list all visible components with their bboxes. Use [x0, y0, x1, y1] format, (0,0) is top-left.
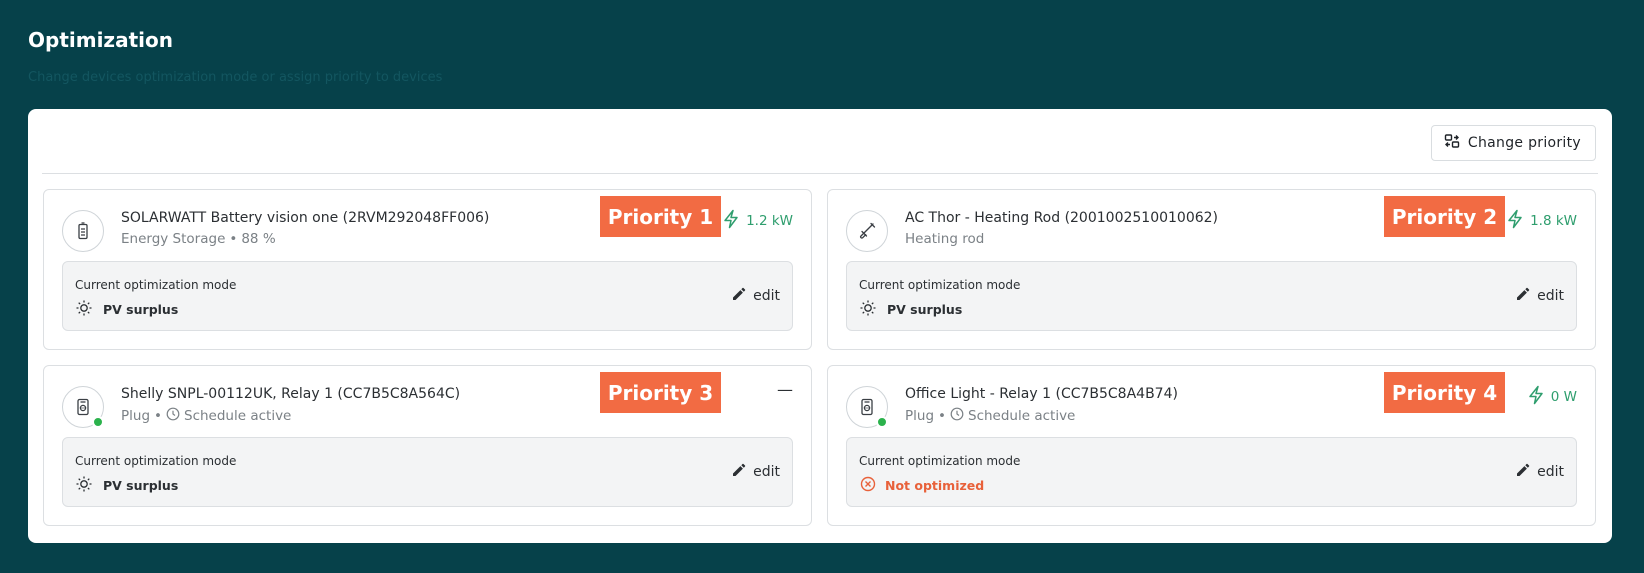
device-subtitle: Energy Storage • 88 % — [121, 231, 276, 247]
page-subtitle: Change devices optimization mode or assi… — [28, 70, 443, 85]
priority-badge: Priority 1 — [600, 196, 721, 237]
edit-button[interactable]: edit — [1516, 286, 1564, 305]
mode-value: PV surplus — [859, 299, 962, 320]
online-status-dot — [876, 416, 888, 428]
mode-label: Current optimization mode — [75, 454, 237, 468]
mode-label: Current optimization mode — [859, 278, 1021, 292]
optimization-mode-box: Current optimization mode PV surplus edi… — [62, 261, 793, 331]
optimization-panel: Change priority SOLARWATT Battery vision… — [28, 109, 1612, 543]
device-type: Plug — [905, 408, 935, 424]
clock-icon — [950, 407, 964, 425]
sun-icon — [859, 299, 877, 320]
device-subtitle: Heating rod — [905, 231, 984, 247]
optimization-mode-box: Current optimization mode PV surplus edi… — [62, 437, 793, 507]
edit-label: edit — [753, 463, 780, 480]
separator-dot: • — [154, 408, 162, 424]
mode-text: PV surplus — [103, 302, 179, 317]
power-value: 1.8 kW — [1530, 213, 1577, 229]
edit-button[interactable]: edit — [732, 286, 780, 305]
lightning-icon — [722, 209, 740, 233]
device-card-shelly-plug: Shelly SNPL-00112UK, Relay 1 (CC7B5C8A56… — [43, 365, 812, 526]
sun-icon — [75, 475, 93, 496]
mode-text: PV surplus — [103, 478, 179, 493]
mode-text: PV surplus — [887, 302, 963, 317]
heating-rod-icon — [846, 210, 888, 252]
edit-label: edit — [753, 287, 780, 304]
priority-badge: Priority 3 — [600, 372, 721, 413]
mode-label: Current optimization mode — [859, 454, 1021, 468]
mode-text: Not optimized — [885, 478, 985, 493]
separator-dot: • — [938, 408, 946, 424]
change-priority-label: Change priority — [1467, 135, 1581, 151]
power-reading: 1.2 kW — [722, 209, 793, 233]
power-reading: 0 W — [1527, 385, 1577, 409]
device-subtitle: Plug • Schedule active — [905, 407, 1075, 425]
device-type: Plug — [121, 408, 151, 424]
edit-label: edit — [1537, 287, 1564, 304]
edit-button[interactable]: edit — [732, 462, 780, 481]
battery-level: 88 % — [241, 231, 276, 247]
mode-value: PV surplus — [75, 299, 178, 320]
mode-value: Not optimized — [859, 475, 984, 496]
edit-label: edit — [1537, 463, 1564, 480]
power-value: 1.2 kW — [746, 213, 793, 229]
device-name: Shelly SNPL-00112UK, Relay 1 (CC7B5C8A56… — [121, 386, 461, 402]
separator-dot: • — [229, 231, 238, 247]
device-name: Office Light - Relay 1 (CC7B5C8A4B74) — [905, 386, 1178, 402]
device-type: Energy Storage — [121, 231, 226, 247]
device-type: Heating rod — [905, 231, 985, 247]
pencil-icon — [732, 462, 747, 481]
optimization-mode-box: Current optimization mode Not optimized … — [846, 437, 1577, 507]
change-priority-button[interactable]: Change priority — [1430, 125, 1596, 161]
power-reading: 1.8 kW — [1506, 209, 1577, 233]
mode-value: PV surplus — [75, 475, 178, 496]
clock-icon — [166, 407, 180, 425]
lightning-icon — [1506, 209, 1524, 233]
power-value-empty: — — [777, 380, 793, 399]
reorder-icon — [1444, 133, 1460, 153]
pencil-icon — [1516, 286, 1531, 305]
pencil-icon — [1516, 462, 1531, 481]
optimization-mode-box: Current optimization mode PV surplus edi… — [846, 261, 1577, 331]
edit-button[interactable]: edit — [1516, 462, 1564, 481]
page-title: Optimization — [28, 28, 173, 52]
device-card-office-light: Office Light - Relay 1 (CC7B5C8A4B74) Pl… — [827, 365, 1596, 526]
power-value: 0 W — [1550, 389, 1577, 405]
battery-icon — [62, 210, 104, 252]
divider — [42, 173, 1598, 174]
sun-icon — [75, 299, 93, 320]
pencil-icon — [732, 286, 747, 305]
schedule-status: Schedule active — [184, 408, 292, 424]
mode-label: Current optimization mode — [75, 278, 237, 292]
device-name: SOLARWATT Battery vision one (2RVM292048… — [121, 210, 490, 226]
priority-badge: Priority 4 — [1384, 372, 1505, 413]
online-status-dot — [92, 416, 104, 428]
device-card-battery: SOLARWATT Battery vision one (2RVM292048… — [43, 189, 812, 350]
x-circle-icon — [859, 475, 877, 496]
device-subtitle: Plug • Schedule active — [121, 407, 291, 425]
lightning-icon — [1527, 385, 1545, 409]
schedule-status: Schedule active — [968, 408, 1076, 424]
device-name: AC Thor - Heating Rod (2001002510010062) — [905, 210, 1219, 226]
device-card-heating-rod: AC Thor - Heating Rod (2001002510010062)… — [827, 189, 1596, 350]
priority-badge: Priority 2 — [1384, 196, 1505, 237]
